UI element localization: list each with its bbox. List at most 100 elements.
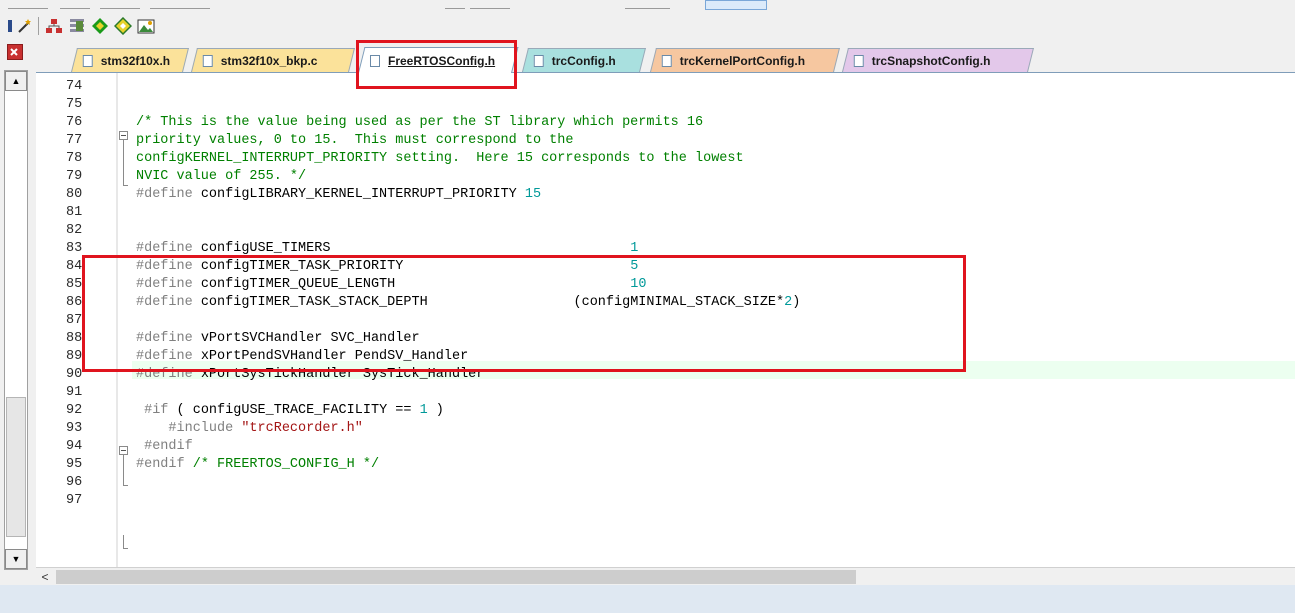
code-token: configTIMER_QUEUE_LENGTH bbox=[200, 277, 396, 292]
tab-trckernelportconfig-h[interactable]: trcKernelPortConfig.h bbox=[650, 48, 840, 72]
code-line: #define xPortSysTickHandler SysTick_Hand… bbox=[136, 366, 1236, 384]
scroll-down-button[interactable]: ▼ bbox=[5, 549, 27, 569]
code-token: #if bbox=[144, 403, 169, 418]
scroll-thumb[interactable] bbox=[56, 570, 856, 584]
fold-collapse-icon[interactable] bbox=[119, 131, 128, 140]
toolbar-item[interactable] bbox=[470, 0, 510, 9]
code-token: #define bbox=[136, 295, 193, 310]
line-number: 89 bbox=[66, 349, 83, 364]
fold-line bbox=[123, 535, 124, 548]
code-token: "trcRecorder.h" bbox=[241, 421, 363, 436]
scroll-left-button[interactable]: < bbox=[36, 568, 54, 586]
fold-end bbox=[123, 548, 128, 549]
gutter-separator bbox=[116, 73, 118, 567]
file-icon bbox=[202, 54, 213, 67]
line-number: 78 bbox=[66, 151, 83, 166]
code-line: #define configTIMER_QUEUE_LENGTH 10 bbox=[136, 276, 1236, 294]
tab-label: stm32f10x_bkp.c bbox=[220, 53, 318, 68]
code-token: configLIBRARY_KERNEL_INTERRUPT_PRIORITY bbox=[200, 187, 517, 202]
line-number: 93 bbox=[66, 421, 83, 436]
code-token: #define bbox=[136, 349, 193, 364]
tab-stm32f10x-h[interactable]: stm32f10x.h bbox=[71, 48, 189, 72]
scroll-up-button[interactable]: ▲ bbox=[5, 71, 27, 91]
tab-freertosconfig-h[interactable]: FreeRTOSConfig.h bbox=[358, 47, 519, 73]
tab-stm32f10x-bkp-c[interactable]: stm32f10x_bkp.c bbox=[191, 48, 355, 72]
arrow-down-icon: ▼ bbox=[11, 554, 21, 564]
line-number: 88 bbox=[66, 331, 83, 346]
wizard-icon[interactable] bbox=[14, 15, 36, 37]
hierarchy-icon[interactable] bbox=[43, 15, 65, 37]
fold-line bbox=[123, 455, 124, 485]
fold-collapse-icon[interactable] bbox=[119, 446, 128, 455]
code-token: configKERNEL_INTERRUPT_PRIORITY setting.… bbox=[136, 151, 744, 166]
toolbar-item[interactable] bbox=[100, 0, 140, 9]
code-line: priority values, 0 to 15. This must corr… bbox=[136, 132, 1236, 150]
code-token: ( configUSE_TRACE_FACILITY == bbox=[176, 403, 412, 418]
code-token: xPortSysTickHandler SysTick_Handler bbox=[200, 367, 485, 382]
code-token: ) bbox=[792, 295, 801, 310]
toolbar bbox=[0, 12, 1295, 40]
scroll-thumb[interactable] bbox=[6, 397, 26, 537]
close-window-icon[interactable] bbox=[7, 44, 23, 60]
line-number: 75 bbox=[66, 97, 83, 112]
vertical-scrollbar[interactable]: ▲ ▼ bbox=[4, 70, 28, 570]
bookmark-list-icon[interactable] bbox=[66, 15, 88, 37]
file-icon bbox=[533, 54, 544, 67]
toolbar-item[interactable] bbox=[150, 0, 210, 9]
toolbar-item[interactable] bbox=[625, 0, 670, 9]
tab-trcconfig-h[interactable]: trcConfig.h bbox=[522, 48, 646, 72]
line-number: 79 bbox=[66, 169, 83, 184]
tab-label: FreeRTOSConfig.h bbox=[388, 53, 496, 68]
line-number: 83 bbox=[66, 241, 83, 256]
separator bbox=[38, 17, 39, 35]
line-number: 76 bbox=[66, 115, 83, 130]
tab-trcsnapshotconfig-h[interactable]: trcSnapshotConfig.h bbox=[842, 48, 1034, 72]
code-line: #endif /* FREERTOS_CONFIG_H */ bbox=[136, 456, 1236, 474]
fold-end bbox=[123, 185, 128, 186]
line-number: 74 bbox=[66, 79, 83, 94]
horizontal-scrollbar[interactable]: < bbox=[36, 567, 1295, 586]
code-token: 1 bbox=[419, 403, 428, 418]
code-line: /* This is the value being used as per t… bbox=[136, 114, 1236, 132]
code-token: #define bbox=[136, 277, 193, 292]
code-token: xPortPendSVHandler PendSV_Handler bbox=[200, 349, 469, 364]
code-token: #define bbox=[136, 367, 193, 382]
status-bar bbox=[0, 585, 1295, 613]
toolbar-item[interactable] bbox=[8, 0, 48, 9]
toolbar-item[interactable] bbox=[445, 0, 465, 9]
green-diamond-icon[interactable] bbox=[89, 15, 111, 37]
toolbar-item[interactable] bbox=[705, 0, 767, 10]
tab-label: trcKernelPortConfig.h bbox=[679, 53, 806, 68]
chevron-left-icon: < bbox=[41, 570, 49, 584]
code-token: 5 bbox=[630, 259, 639, 274]
toolbar-item[interactable] bbox=[60, 0, 90, 9]
line-number: 92 bbox=[66, 403, 83, 418]
code-editor[interactable]: 74 75 76 /* This is the value being used as… bbox=[36, 73, 1295, 567]
code-line: configKERNEL_INTERRUPT_PRIORITY setting.… bbox=[136, 150, 1236, 168]
line-number: 86 bbox=[66, 295, 83, 310]
code-token: 15 bbox=[524, 187, 542, 202]
file-icon bbox=[661, 54, 672, 67]
code-line: #endif bbox=[136, 438, 1236, 456]
fold-line bbox=[123, 140, 124, 185]
line-number: 87 bbox=[66, 313, 83, 328]
editor-tabs: stm32f10x.h stm32f10x_bkp.c FreeRTOSConf… bbox=[36, 40, 1295, 73]
code-line: #define configTIMER_TASK_PRIORITY 5 bbox=[136, 258, 1236, 276]
code-token: ) bbox=[427, 403, 444, 418]
tab-label: stm32f10x.h bbox=[100, 53, 171, 68]
code-line: #define configUSE_TIMERS 1 bbox=[136, 240, 1236, 258]
code-token: 1 bbox=[630, 241, 639, 256]
code-token: #define bbox=[136, 187, 193, 202]
code-token: #define bbox=[136, 259, 193, 274]
image-icon[interactable] bbox=[135, 15, 157, 37]
line-number: 80 bbox=[66, 187, 83, 202]
line-number: 94 bbox=[66, 439, 83, 454]
line-number: 91 bbox=[66, 385, 83, 400]
outline-diamond-icon[interactable] bbox=[112, 15, 134, 37]
